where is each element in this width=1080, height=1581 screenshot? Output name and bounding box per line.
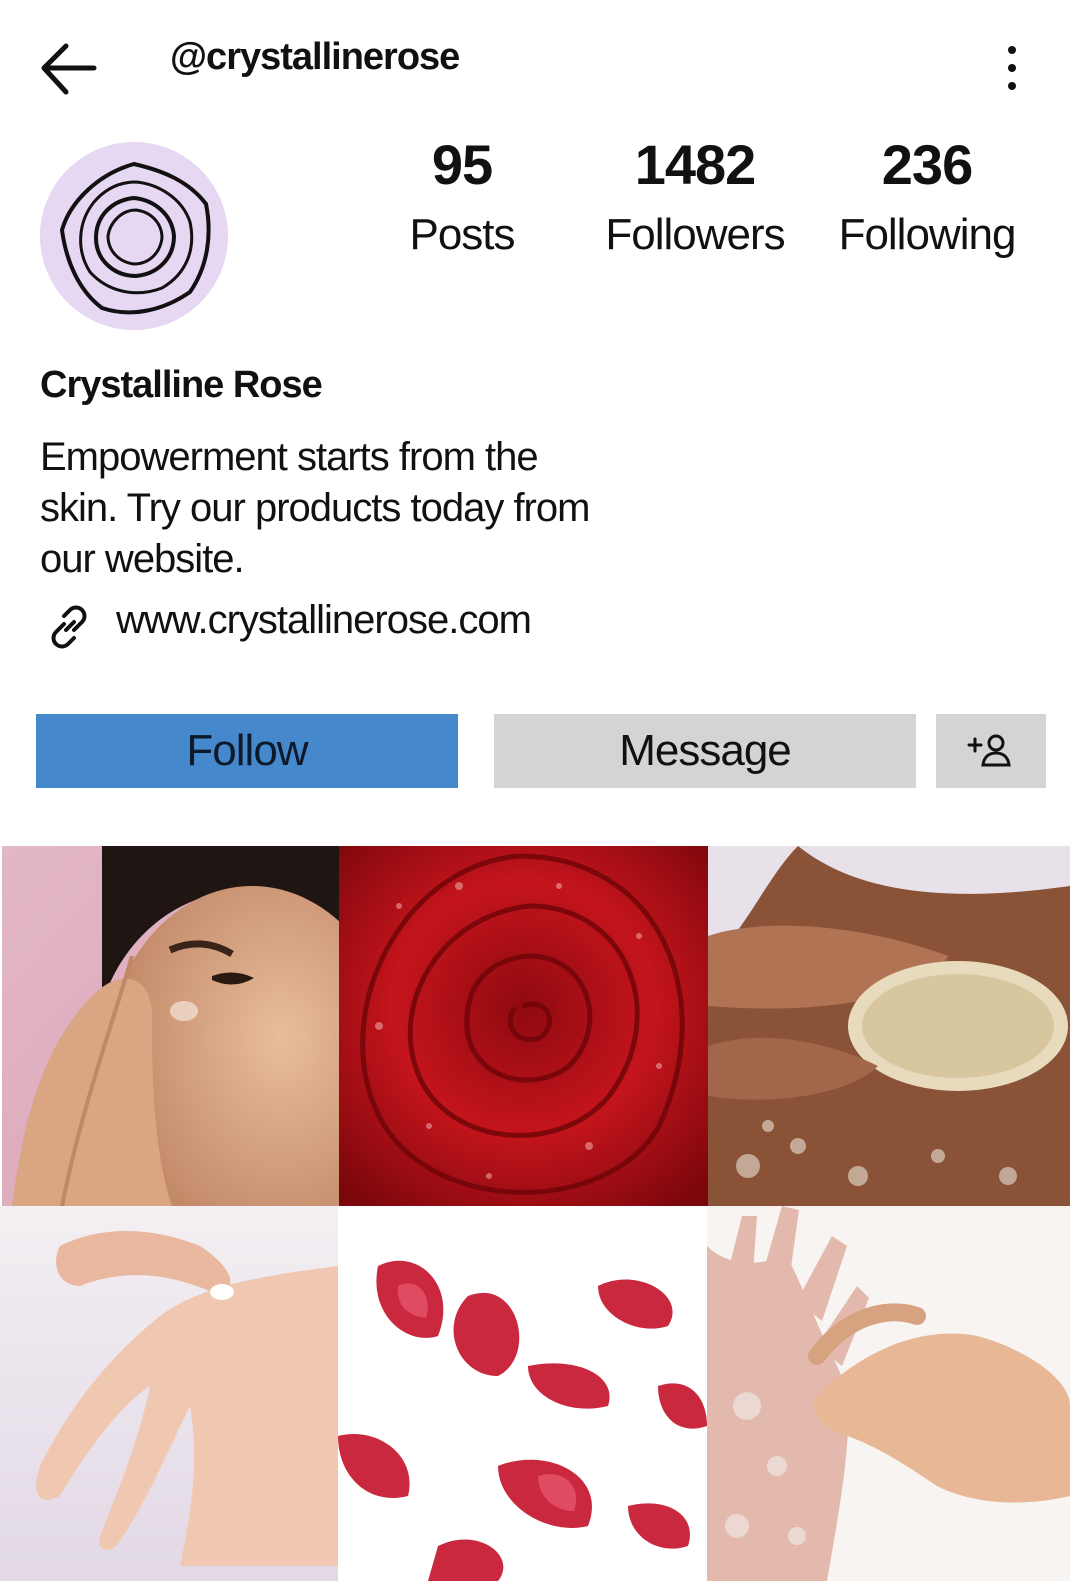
following-label: Following (838, 210, 1017, 259)
display-name: Crystalline Rose (40, 364, 323, 406)
bio-line: our website. (40, 537, 245, 581)
post-tile-hand-cream[interactable] (0, 1206, 338, 1581)
photo-hand-exfoliation (707, 1206, 1070, 1581)
photo-rose-petals (338, 1206, 707, 1581)
post-tile-loofah-scrub[interactable] (708, 846, 1070, 1206)
post-tile-face-skincare[interactable] (2, 846, 339, 1206)
link-icon (51, 605, 87, 649)
post-tile-hand-exfoliation[interactable] (707, 1206, 1070, 1581)
photo-loofah-scrub (708, 846, 1070, 1206)
photo-red-rose (339, 846, 708, 1206)
message-button[interactable]: Message (494, 714, 916, 788)
followers-label: Followers (605, 210, 785, 259)
add-person-icon (967, 734, 1011, 767)
add-person-button[interactable] (936, 714, 1046, 788)
following-count: 236 (881, 133, 973, 196)
stat-followers[interactable]: 1482 Followers (590, 130, 800, 270)
profile-handle: @crystallinerose (170, 36, 460, 78)
followers-count: 1482 (634, 133, 757, 196)
photo-hand-cream (0, 1206, 338, 1581)
photo-face-skincare (2, 846, 339, 1206)
post-tile-rose-petals[interactable] (338, 1206, 707, 1581)
bio-line: Empowerment starts from the (40, 435, 539, 479)
stat-following[interactable]: 236 Following (822, 130, 1032, 270)
more-vertical-icon[interactable] (992, 40, 1032, 96)
rose-logo-icon (59, 161, 211, 315)
website-link[interactable]: www.crystallinerose.com (116, 598, 532, 643)
posts-label: Posts (409, 210, 515, 259)
back-arrow-icon[interactable] (36, 38, 100, 102)
bio-line: skin. Try our products today from (40, 486, 590, 530)
stat-posts[interactable]: 95 Posts (362, 130, 562, 270)
follow-button[interactable]: Follow (36, 714, 458, 788)
post-tile-red-rose[interactable] (339, 846, 708, 1206)
bio: Empowerment starts from the skin. Try ou… (40, 432, 640, 585)
posts-count: 95 (431, 133, 493, 196)
avatar[interactable] (40, 142, 228, 330)
